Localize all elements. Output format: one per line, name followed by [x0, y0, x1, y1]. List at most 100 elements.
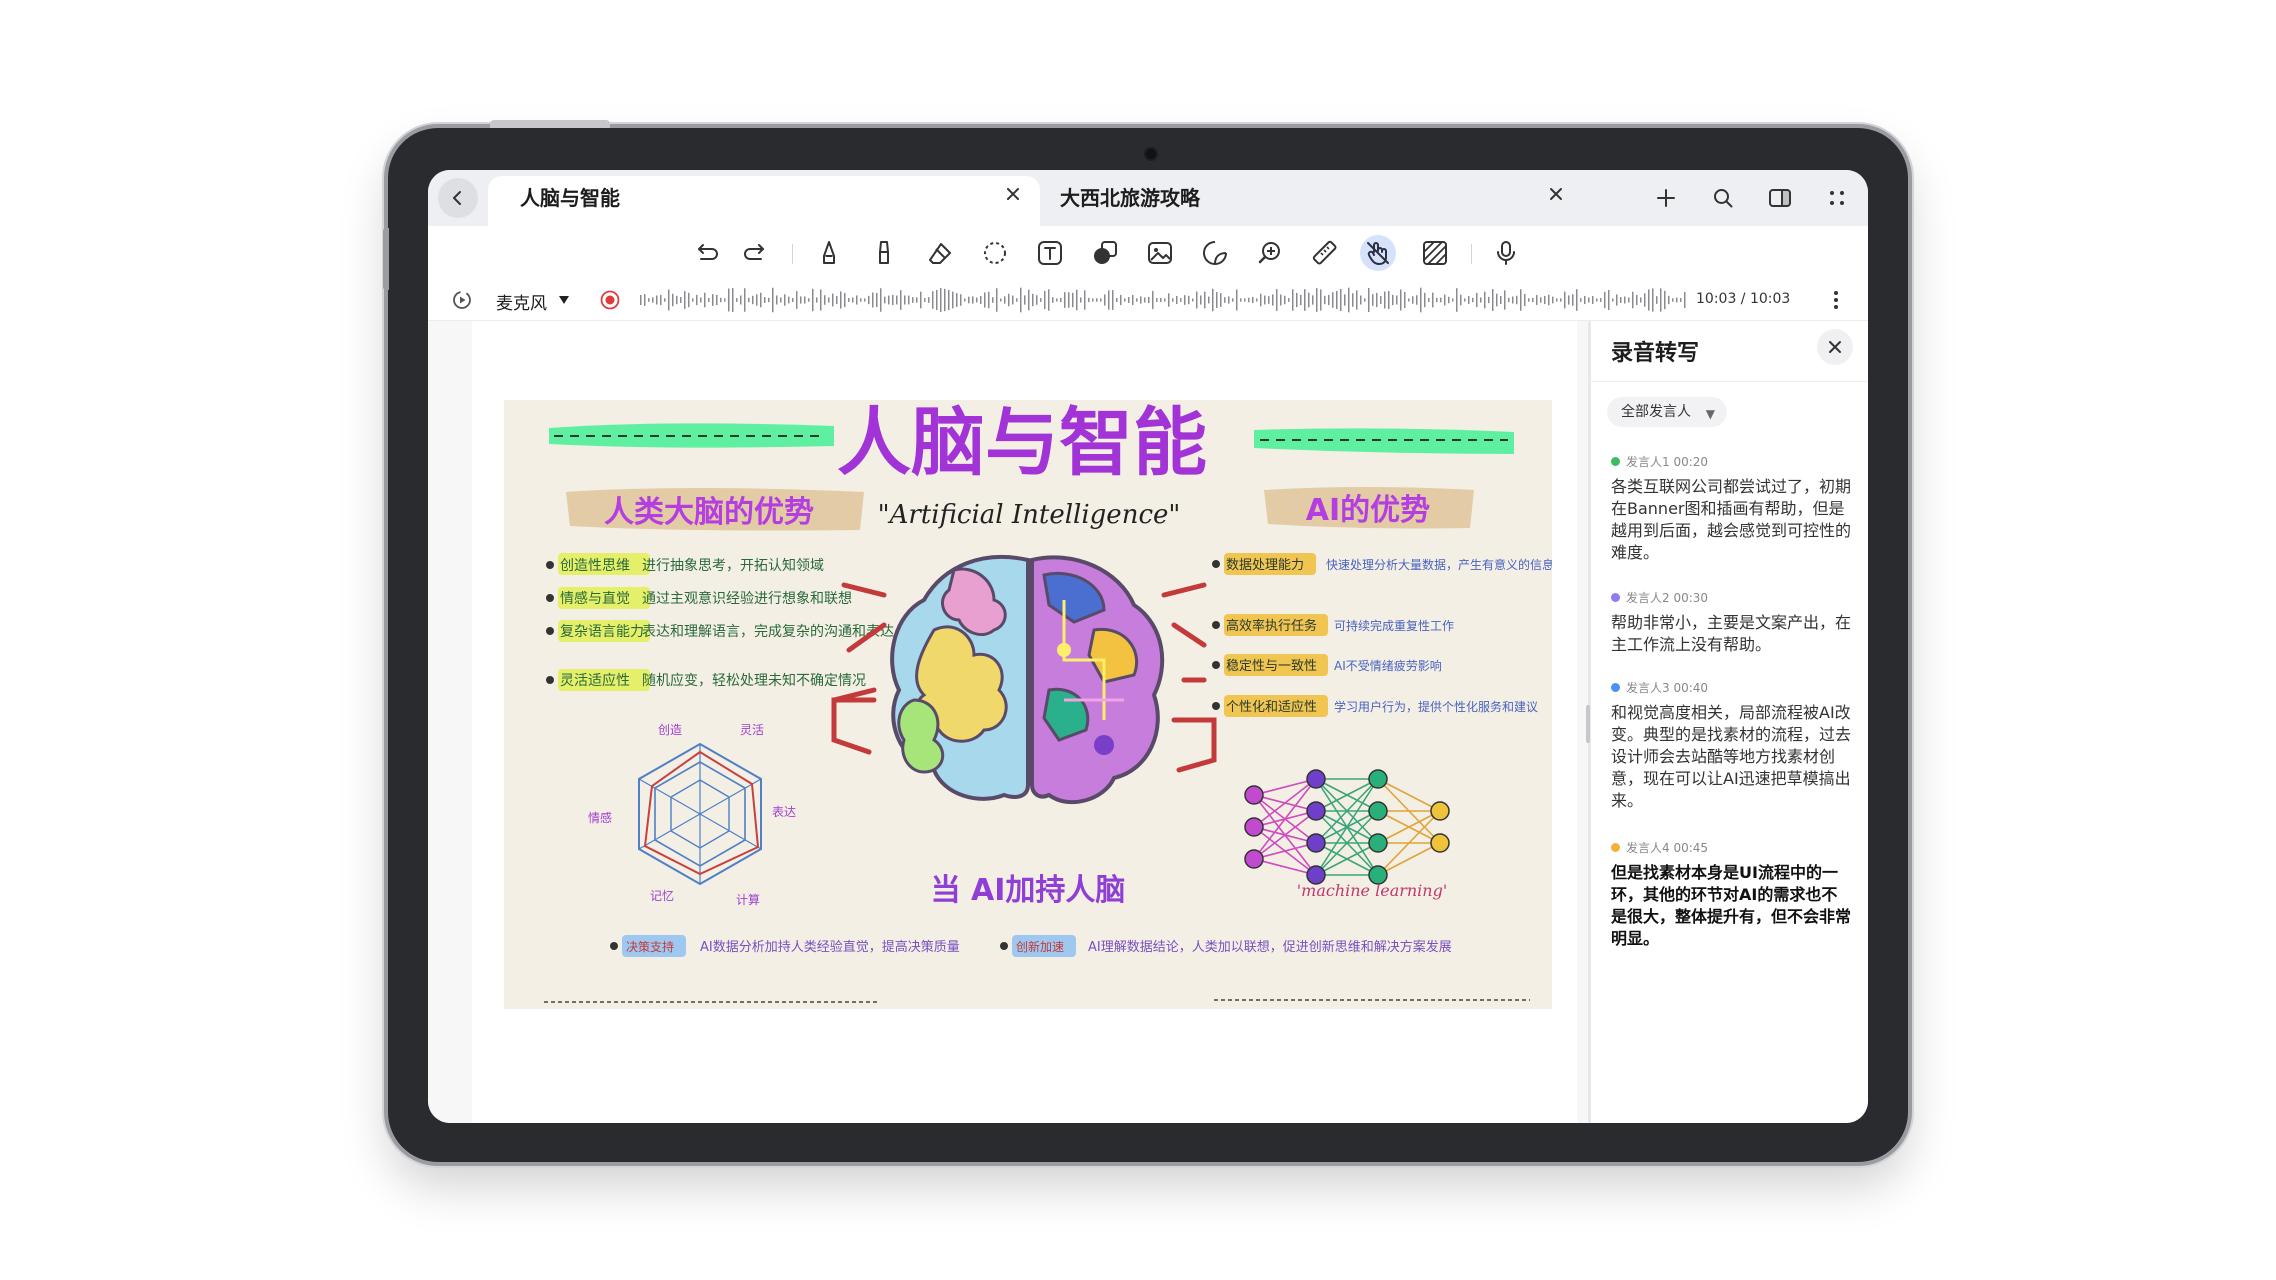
search-button[interactable]: [1703, 178, 1743, 218]
transcript-entry[interactable]: 发言人3 00:40 和视觉高度相关，局部流程被AI改变。典型的是找素材的流程，…: [1611, 679, 1851, 812]
zoom-icon: [1258, 242, 1280, 264]
waveform-bar: [1308, 292, 1310, 308]
waveform-bar: [1496, 293, 1498, 307]
undo-icon: [698, 244, 718, 260]
transcript-entry[interactable]: 发言人1 00:20 各类互联网公司都尝试过了，初期在Banner图和插画有帮助…: [1611, 453, 1851, 564]
pen-tool[interactable]: [811, 235, 847, 271]
waveform-bar: [748, 297, 750, 303]
more-apps-button[interactable]: [1817, 178, 1857, 218]
background-tool[interactable]: [1417, 235, 1453, 271]
waveform-bar: [1532, 297, 1534, 303]
waveform-bar: [1248, 297, 1250, 303]
waveform-bar: [888, 295, 890, 305]
drag-handle[interactable]: [1586, 705, 1590, 743]
transcript-entry[interactable]: 发言人4 00:45 但是找素材本身是UI流程中的一环，其他的环节对AI的需求也…: [1611, 839, 1851, 950]
waveform-bar: [1644, 293, 1646, 307]
waveform-bar: [1052, 297, 1054, 303]
record-button[interactable]: [1488, 235, 1524, 271]
waveform-bar: [1180, 298, 1182, 302]
sticker-tool[interactable]: [1197, 235, 1233, 271]
search-icon: [1714, 189, 1733, 208]
waveform-bar: [724, 298, 726, 302]
waveform-bar: [1060, 297, 1062, 303]
playback-mode-button[interactable]: [442, 280, 482, 320]
item-text: 表达和理解语言，完成复杂的沟通和表达: [642, 623, 894, 640]
new-tab-button[interactable]: [1646, 178, 1686, 218]
waveform-bar: [1684, 291, 1686, 309]
left-header: 人类大脑的优势: [604, 495, 814, 530]
waveform-bar: [1484, 291, 1486, 309]
waveform-bar: [904, 295, 906, 305]
transcript-text: 各类互联网公司都尝试过了，初期在Banner图和插画有帮助，但是越用到后面，越会…: [1611, 477, 1852, 562]
back-button[interactable]: [438, 178, 478, 218]
tab-title[interactable]: 大西北旅游攻略: [1060, 182, 1200, 211]
split-view-icon: [1769, 189, 1791, 207]
waveform-bar: [1380, 296, 1382, 304]
record-stop-button[interactable]: [590, 280, 630, 320]
tab-bar: 人脑与智能 大西北旅游攻略: [428, 170, 1868, 226]
split-view-button[interactable]: [1760, 178, 1800, 218]
waveform-bar: [892, 294, 894, 306]
waveform-bar: [1356, 290, 1358, 310]
undo-button[interactable]: [690, 235, 726, 271]
waveform-bar: [708, 297, 710, 303]
waveform-bar: [772, 287, 774, 313]
waveform-bar: [1100, 298, 1102, 302]
waveform-bar: [736, 298, 738, 302]
left-item: 情感与直觉 通过主观意识经验进行想象和联想: [546, 587, 852, 609]
waveform-bar: [1200, 295, 1202, 305]
waveform-bar: [752, 295, 754, 305]
waveform-bar: [1036, 295, 1038, 305]
waveform-bar: [1280, 294, 1282, 306]
redo-button[interactable]: [736, 235, 772, 271]
audio-source-label[interactable]: 麦克风: [496, 289, 547, 314]
waveform-bar: [1604, 291, 1606, 309]
more-options-button[interactable]: [1816, 280, 1856, 320]
audio-waveform[interactable]: [638, 286, 1688, 314]
shape-tool[interactable]: [1087, 235, 1123, 271]
waveform-bar: [1124, 298, 1126, 302]
radar-label: 计算: [736, 892, 760, 907]
ruler-tool[interactable]: [1307, 235, 1343, 271]
tab-close-button[interactable]: [1544, 182, 1568, 206]
chevron-down-icon[interactable]: [558, 295, 570, 305]
chevron-left-icon: [453, 191, 461, 205]
waveform-bar: [820, 289, 822, 311]
waveform-bar: [792, 297, 794, 303]
waveform-bar: [1316, 288, 1318, 312]
waveform-bar: [684, 291, 686, 309]
waveform-bar: [1588, 297, 1590, 303]
waveform-bar: [836, 295, 838, 305]
waveform-bar: [844, 292, 846, 308]
waveform-bar: [672, 293, 674, 307]
waveform-bar: [1268, 296, 1270, 304]
marker-tool[interactable]: [866, 235, 902, 271]
waveform-bar: [1088, 297, 1090, 303]
speaker-label: 发言人3 00:40: [1626, 681, 1709, 695]
waveform-bar: [1536, 295, 1538, 305]
waveform-bar: [1460, 294, 1462, 306]
image-tool[interactable]: [1142, 235, 1178, 271]
waveform-bar: [1004, 296, 1006, 304]
item-tag: 个性化和适应性: [1226, 699, 1317, 715]
tab-close-button[interactable]: [1001, 182, 1025, 206]
waveform-bar: [1208, 296, 1210, 304]
eraser-tool[interactable]: [922, 235, 958, 271]
waveform-bar: [1544, 295, 1546, 305]
touch-draw-tool[interactable]: [1360, 235, 1396, 271]
zoom-tool[interactable]: [1252, 235, 1288, 271]
waveform-bar: [800, 296, 802, 304]
waveform-bar: [880, 288, 882, 312]
waveform-bar: [1676, 297, 1678, 303]
waveform-bar: [900, 290, 902, 310]
touch-draw-icon: [1367, 242, 1389, 265]
transcript-entry[interactable]: 发言人2 00:30 帮助非常小，主要是文案产出，在主工作流上没有帮助。: [1611, 589, 1851, 656]
panel-close-button[interactable]: [1817, 329, 1853, 365]
waveform-bar: [664, 298, 666, 302]
mind-map-sketch[interactable]: 人脑与智能 人类大脑的优势 "Artificial Intelligence" …: [504, 400, 1552, 1009]
waveform-bar: [1320, 289, 1322, 311]
waveform-bar: [780, 297, 782, 303]
text-tool[interactable]: [1032, 235, 1068, 271]
speaker-filter-dropdown[interactable]: 全部发言人 ▼: [1607, 397, 1727, 427]
lasso-tool[interactable]: [977, 235, 1013, 271]
